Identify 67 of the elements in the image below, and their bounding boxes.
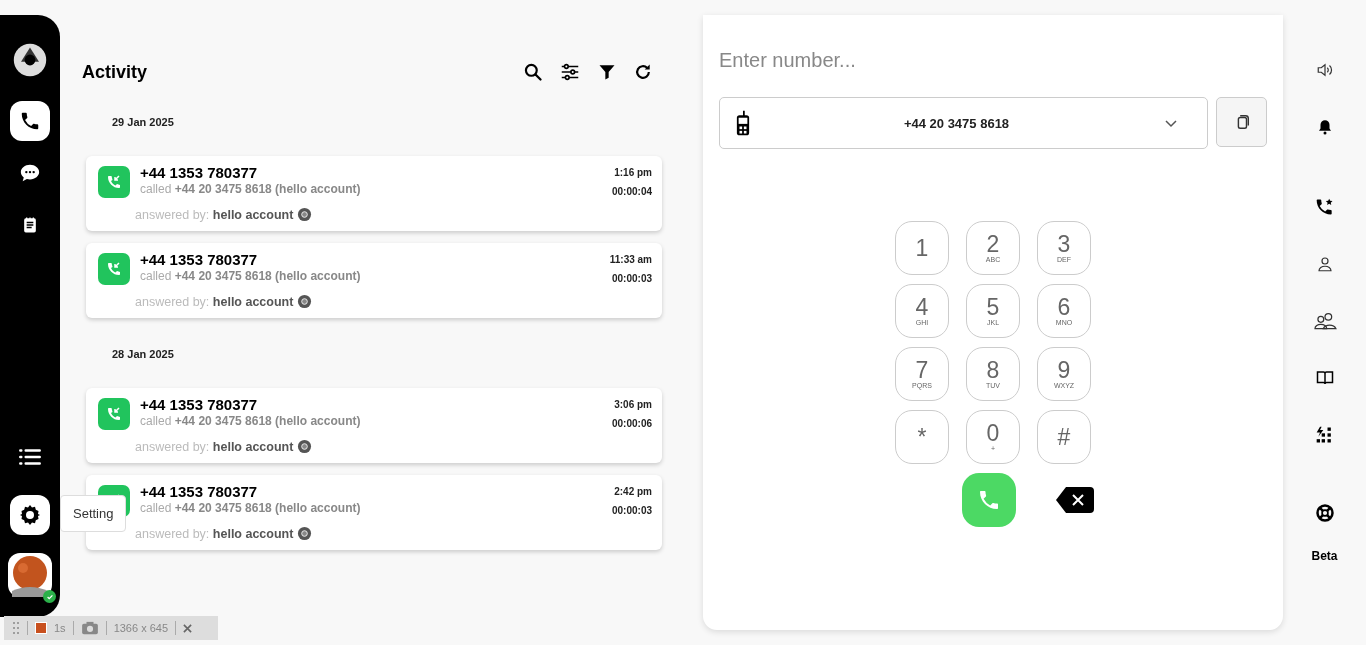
- caller-number: +44 1353 780377: [140, 164, 259, 181]
- settings-icon: [18, 503, 42, 527]
- people-icon[interactable]: [1312, 311, 1337, 331]
- answered-by-text: answered by: hello account: [135, 526, 294, 541]
- keypad-key[interactable]: #: [1037, 410, 1091, 464]
- filter-icon[interactable]: [597, 62, 617, 82]
- phone-star-icon[interactable]: [1314, 197, 1335, 217]
- frame-size: 1366 x 645: [113, 622, 169, 634]
- settings-button[interactable]: [10, 495, 50, 535]
- incoming-call-icon: [98, 166, 130, 198]
- phone-nav-button[interactable]: [10, 101, 50, 141]
- sliders-icon[interactable]: [559, 61, 581, 83]
- number-input[interactable]: Enter number...: [719, 45, 1267, 75]
- stop-button[interactable]: [35, 622, 47, 634]
- caller-number: +44 1353 780377: [140, 251, 259, 268]
- drag-handle-icon[interactable]: [12, 621, 20, 635]
- frame-time: 1s: [54, 622, 66, 634]
- call-time: 11:33 am: [609, 254, 652, 265]
- date-heading: 29 Jan 2025: [112, 116, 175, 128]
- call-duration: 00:00:06: [611, 418, 652, 429]
- call-duration: 00:00:03: [610, 273, 652, 284]
- logo-icon: [12, 42, 48, 78]
- chat-bubble-icon: [19, 162, 41, 184]
- answered-by-text: answered by: hello account: [135, 439, 294, 454]
- called-line: called +44 20 3475 8618 (hello account): [140, 182, 362, 196]
- call-duration: 00:00:03: [611, 505, 652, 516]
- keypad-key[interactable]: 1: [895, 221, 949, 275]
- caller-number: +44 1353 780377: [140, 396, 259, 413]
- mobile-phone-icon: [736, 110, 750, 136]
- browser-icon: [297, 439, 313, 454]
- backspace-icon[interactable]: [1056, 487, 1094, 513]
- incoming-call-icon: [98, 398, 130, 430]
- answered-by-text: answered by: hello account: [135, 207, 294, 222]
- book-icon[interactable]: [1315, 369, 1334, 387]
- person-icon[interactable]: [1315, 255, 1334, 273]
- browser-icon: [297, 294, 313, 309]
- avatar[interactable]: [8, 553, 52, 597]
- speaker-icon[interactable]: [1315, 61, 1334, 79]
- phone-icon: [19, 110, 41, 132]
- line-select[interactable]: +44 20 3475 8618: [719, 97, 1208, 149]
- call-card[interactable]: +44 1353 780377 called +44 20 3475 8618 (hello account) answered by: hello account 11:33 am 00:00:03: [86, 243, 662, 318]
- call-time: 1:16 pm: [613, 167, 652, 178]
- browser-icon: [297, 207, 313, 222]
- answered-by-text: answered by: hello account: [135, 294, 294, 309]
- call-time: 3:06 pm: [613, 399, 652, 410]
- call-duration: 00:00:04: [611, 186, 652, 197]
- call-card[interactable]: +44 1353 780377 called +44 20 3475 8618 (hello account) answered by: hello account 1:16 pm 00:00:04: [86, 156, 662, 231]
- lifebuoy-icon[interactable]: [1314, 503, 1335, 523]
- called-line: called +44 20 3475 8618 (hello account): [140, 414, 362, 428]
- activity-title: Activity: [82, 61, 148, 83]
- keypad-key[interactable]: *: [895, 410, 949, 464]
- call-card[interactable]: +44 1353 780377 called +44 20 3475 8618 (hello account) answered by: hello account 3:06 pm 00:00:06: [86, 388, 662, 463]
- camera-icon[interactable]: [80, 621, 99, 635]
- call-time: 2:42 pm: [613, 486, 652, 497]
- close-icon[interactable]: [183, 623, 193, 633]
- refresh-icon[interactable]: [633, 62, 653, 82]
- caller-number: +44 1353 780377: [140, 483, 259, 500]
- tooltip: Setting: [60, 495, 127, 532]
- incoming-call-icon: [98, 253, 130, 285]
- beta-label: Beta: [1311, 549, 1338, 563]
- called-line: called +44 20 3475 8618 (hello account): [140, 501, 362, 515]
- called-line: called +44 20 3475 8618 (hello account): [140, 269, 362, 283]
- search-icon[interactable]: [523, 62, 543, 82]
- browser-icon: [297, 526, 313, 541]
- date-heading: 28 Jan 2025: [112, 348, 175, 360]
- copy-button[interactable]: [1216, 97, 1267, 147]
- phone-icon: [977, 488, 1001, 512]
